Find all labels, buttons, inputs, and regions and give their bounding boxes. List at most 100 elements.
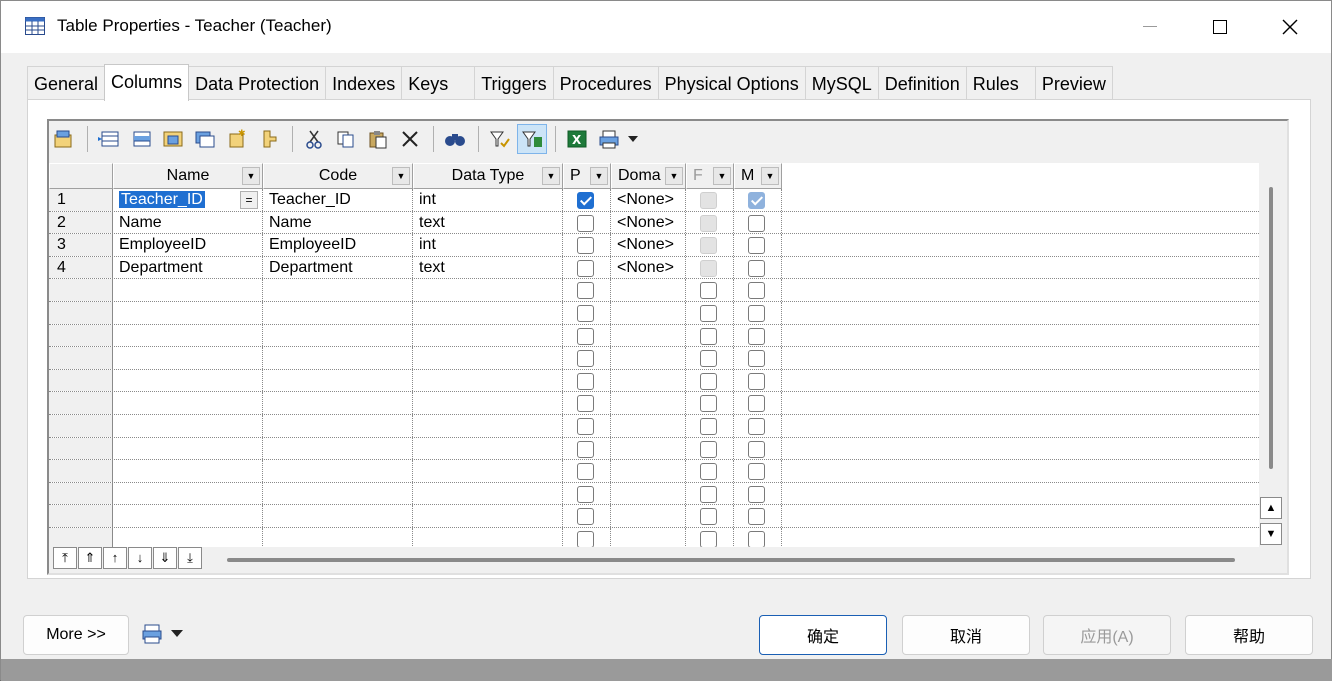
table-row[interactable]: 4 Department Department text <None> — [49, 256, 1259, 280]
name-cell[interactable]: Name — [113, 211, 263, 234]
foreign-checkbox[interactable] — [700, 327, 717, 345]
name-cell[interactable] — [113, 482, 263, 505]
row-number[interactable] — [49, 369, 113, 392]
mandatory-cell[interactable] — [734, 324, 782, 347]
chevron-down-icon[interactable]: ▼ — [392, 167, 410, 185]
mandatory-cell[interactable] — [734, 189, 782, 211]
table-row[interactable] — [49, 392, 1259, 415]
mandatory-cell[interactable] — [734, 505, 782, 527]
chevron-down-icon[interactable]: ▼ — [542, 167, 560, 185]
table-row[interactable] — [49, 347, 1259, 370]
print-options-button[interactable] — [141, 623, 183, 645]
tab-keys[interactable]: Keys — [401, 66, 476, 100]
mandatory-cell[interactable] — [734, 437, 782, 460]
row-number[interactable]: 1 — [49, 189, 113, 211]
foreign-checkbox[interactable] — [700, 305, 717, 322]
wizard-icon[interactable] — [254, 124, 284, 154]
code-cell[interactable] — [263, 392, 413, 414]
move-top-icon[interactable]: ⤒ — [53, 547, 77, 569]
data-type-cell[interactable] — [413, 302, 563, 324]
mandatory-cell[interactable] — [734, 211, 782, 234]
find-icon[interactable] — [440, 124, 470, 154]
mandatory-cell[interactable] — [734, 460, 782, 482]
mandatory-checkbox[interactable] — [748, 485, 765, 503]
table-row[interactable]: 2 Name Name text <None> — [49, 211, 1259, 235]
primary-cell[interactable] — [563, 324, 611, 347]
ellipsis-button[interactable]: = — [240, 191, 258, 209]
maximize-button[interactable] — [1185, 1, 1255, 53]
data-type-cell[interactable]: int — [413, 234, 563, 256]
tab-procedures[interactable]: Procedures — [552, 66, 659, 100]
name-cell[interactable] — [113, 324, 263, 347]
primary-checkbox[interactable] — [577, 192, 594, 209]
row-number[interactable] — [49, 437, 113, 460]
foreign-cell[interactable] — [686, 482, 734, 505]
header-domain[interactable]: Doma ▼ — [611, 163, 686, 189]
name-cell[interactable] — [113, 347, 263, 369]
table-row[interactable]: 1 Teacher_ID = Teacher_ID int <None> — [49, 189, 1259, 212]
foreign-checkbox[interactable] — [700, 372, 717, 390]
foreign-cell[interactable] — [686, 528, 734, 547]
foreign-checkbox[interactable] — [700, 531, 717, 547]
chevron-down-icon[interactable]: ▼ — [761, 167, 779, 185]
mandatory-checkbox[interactable] — [748, 237, 765, 255]
row-number[interactable] — [49, 392, 113, 414]
tab-physical-options[interactable]: Physical Options — [657, 66, 806, 100]
data-type-cell[interactable] — [413, 369, 563, 392]
foreign-checkbox[interactable] — [700, 259, 717, 277]
chevron-down-icon[interactable]: ▼ — [665, 167, 683, 185]
primary-cell[interactable] — [563, 279, 611, 301]
foreign-checkbox[interactable] — [700, 237, 717, 255]
mandatory-cell[interactable] — [734, 279, 782, 301]
tab-rules[interactable]: Rules — [965, 66, 1036, 100]
close-button[interactable] — [1255, 1, 1325, 53]
row-number[interactable] — [49, 528, 113, 547]
primary-checkbox[interactable] — [577, 327, 594, 345]
name-cell[interactable] — [113, 302, 263, 324]
domain-cell[interactable] — [611, 279, 686, 301]
name-cell[interactable]: EmployeeID — [113, 234, 263, 256]
more-button[interactable]: More >> — [23, 615, 129, 655]
table-row[interactable] — [49, 279, 1259, 302]
foreign-cell[interactable] — [686, 369, 734, 392]
paste-icon[interactable] — [363, 124, 393, 154]
mandatory-checkbox[interactable] — [748, 395, 765, 413]
header-foreign[interactable]: F ▼ — [686, 163, 734, 189]
domain-cell[interactable] — [611, 392, 686, 414]
foreign-checkbox[interactable] — [700, 508, 717, 526]
mandatory-cell[interactable] — [734, 392, 782, 414]
primary-checkbox[interactable] — [577, 440, 594, 458]
primary-cell[interactable] — [563, 415, 611, 437]
row-number[interactable] — [49, 324, 113, 347]
table-row[interactable] — [49, 528, 1259, 547]
table-row[interactable] — [49, 415, 1259, 438]
row-number[interactable] — [49, 415, 113, 437]
mandatory-checkbox[interactable] — [748, 440, 765, 458]
primary-checkbox[interactable] — [577, 485, 594, 503]
move-page-down-icon[interactable]: ⇓ — [153, 547, 177, 569]
mandatory-checkbox[interactable] — [748, 214, 765, 232]
data-type-cell[interactable]: text — [413, 211, 563, 234]
mandatory-checkbox[interactable] — [748, 305, 765, 322]
foreign-cell[interactable] — [686, 324, 734, 347]
data-type-cell[interactable] — [413, 392, 563, 414]
help-button[interactable]: 帮助 — [1185, 615, 1313, 655]
domain-cell[interactable] — [611, 460, 686, 482]
mandatory-checkbox[interactable] — [748, 463, 765, 481]
cancel-button[interactable]: 取消 — [902, 615, 1030, 655]
foreign-cell[interactable] — [686, 234, 734, 256]
data-type-cell[interactable] — [413, 279, 563, 301]
code-cell[interactable] — [263, 437, 413, 460]
insert-row-icon[interactable] — [126, 124, 156, 154]
copy-icon[interactable] — [331, 124, 361, 154]
primary-checkbox[interactable] — [577, 350, 594, 368]
data-type-cell[interactable] — [413, 482, 563, 505]
domain-cell[interactable] — [611, 347, 686, 369]
add-columns-icon[interactable] — [158, 124, 188, 154]
row-number[interactable]: 4 — [49, 256, 113, 279]
name-cell[interactable] — [113, 505, 263, 527]
foreign-cell[interactable] — [686, 392, 734, 414]
tab-preview[interactable]: Preview — [1034, 66, 1113, 100]
chevron-down-icon[interactable]: ▼ — [590, 167, 608, 185]
foreign-checkbox[interactable] — [700, 440, 717, 458]
